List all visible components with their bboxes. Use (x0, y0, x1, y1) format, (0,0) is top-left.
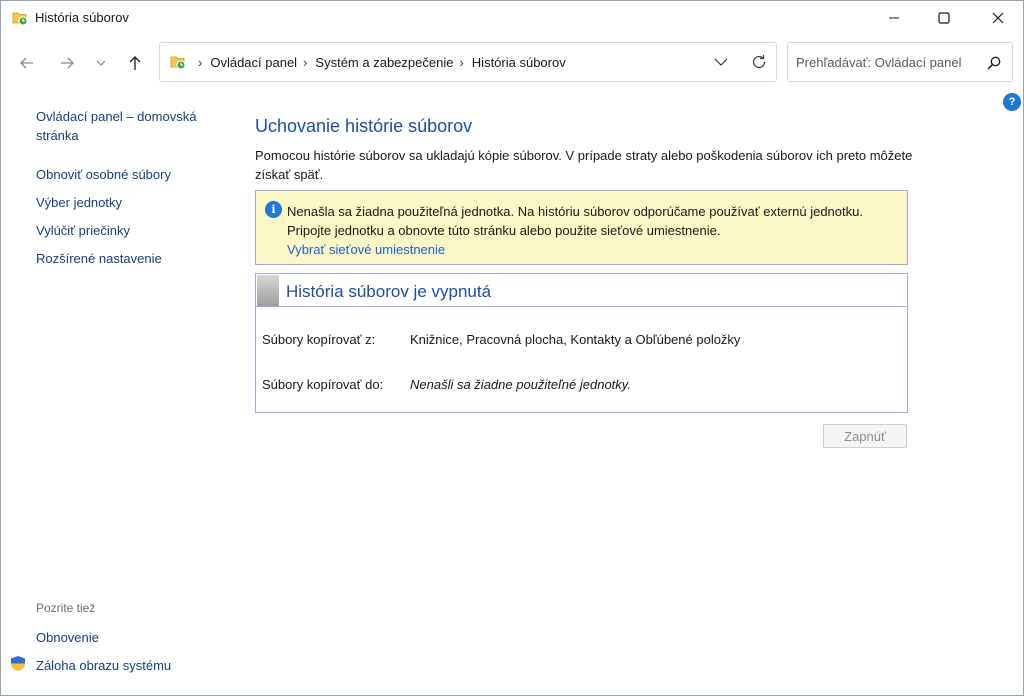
up-button[interactable] (123, 51, 147, 75)
status-header: História súborov je vypnutá (256, 274, 907, 307)
page-description: Pomocou histórie súborov sa ukladajú kóp… (255, 148, 913, 182)
copy-from-value: Knižnice, Pracovná plocha, Kontakty a Ob… (410, 332, 741, 347)
back-arrow-icon (20, 57, 33, 69)
sidebar-item-system-image-backup[interactable]: Záloha obrazu systému (36, 656, 171, 675)
file-history-icon (12, 10, 28, 26)
file-history-icon (170, 54, 186, 70)
back-button[interactable] (15, 51, 39, 75)
chevron-down-icon (714, 58, 728, 66)
chevron-right-icon: › (303, 54, 308, 70)
close-button[interactable] (973, 1, 1023, 35)
status-indicator (257, 275, 279, 306)
recent-locations-button[interactable] (89, 51, 113, 75)
help-icon[interactable]: ? (1003, 93, 1021, 111)
chevron-right-icon: › (198, 54, 203, 70)
info-banner: i Nenašla sa žiadna použiteľná jednotka.… (255, 190, 908, 265)
breadcrumb-item[interactable]: Ovládací panel (210, 55, 297, 70)
breadcrumb: › Ovládací panel › Systém a zabezpečenie… (192, 43, 566, 81)
info-icon: i (265, 201, 282, 218)
copy-from-label: Súbory kopírovať z: (262, 332, 376, 347)
sidebar-item-select-drive[interactable]: Výber jednotky (36, 193, 122, 212)
copy-to-value: Nenašli sa žiadne použiteľné jednotky. (410, 377, 631, 392)
info-message: Nenašla sa žiadna použiteľná jednotka. N… (287, 204, 863, 238)
shield-icon (10, 655, 26, 672)
search-placeholder: Prehľadávať: Ovládací panel (796, 55, 962, 70)
refresh-button[interactable] (750, 53, 768, 71)
file-history-window: História súborov › Ovládací panel › Syst… (0, 0, 1024, 696)
select-network-location-link[interactable]: Vybrať sieťové umiestnenie (287, 242, 445, 257)
status-panel: História súborov je vypnutá Súbory kopír… (255, 273, 908, 413)
copy-to-label: Súbory kopírovať do: (262, 377, 384, 392)
close-icon (992, 12, 1004, 24)
sidebar-item-home[interactable]: Ovládací panel – domovská stránka (36, 107, 216, 145)
maximize-icon (938, 12, 950, 24)
search-input[interactable]: Prehľadávať: Ovládací panel (787, 42, 1013, 82)
up-arrow-icon (129, 56, 141, 70)
page-title: Uchovanie histórie súborov (255, 116, 473, 136)
sidebar-item-restore-files[interactable]: Obnoviť osobné súbory (36, 165, 171, 184)
maximize-button[interactable] (919, 1, 969, 35)
search-icon[interactable] (986, 55, 1002, 71)
chevron-down-icon (96, 60, 106, 66)
minimize-button[interactable] (869, 1, 919, 35)
window-title: História súborov (35, 10, 129, 25)
address-bar[interactable]: › Ovládací panel › Systém a zabezpečenie… (159, 42, 777, 82)
chevron-right-icon: › (459, 54, 464, 70)
forward-arrow-icon (61, 57, 74, 69)
status-title: História súborov je vypnutá (286, 282, 492, 301)
sidebar-item-recovery[interactable]: Obnovenie (36, 628, 99, 647)
sidebar-item-exclude-folders[interactable]: Vylúčiť priečinky (36, 221, 130, 240)
breadcrumb-item[interactable]: História súborov (472, 55, 566, 70)
forward-button[interactable] (55, 51, 79, 75)
address-history-button[interactable] (712, 53, 730, 71)
refresh-icon (752, 55, 766, 69)
sidebar-item-advanced-settings[interactable]: Rozšírené nastavenie (36, 249, 162, 268)
enable-button[interactable]: Zapnúť (823, 424, 907, 448)
breadcrumb-item[interactable]: Systém a zabezpečenie (315, 55, 453, 70)
title-bar: História súborov (1, 1, 1023, 35)
minimize-icon (889, 17, 899, 19)
see-also-label: Pozrite tiež (36, 601, 96, 615)
